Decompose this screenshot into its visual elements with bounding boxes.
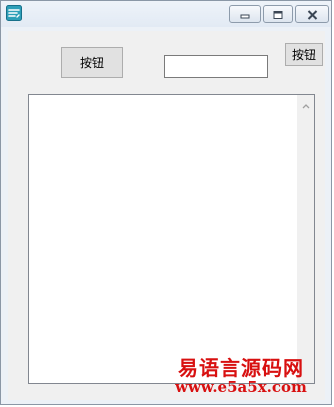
close-button[interactable] — [295, 5, 329, 23]
chevron-up-icon — [302, 94, 310, 113]
scroll-up-button[interactable] — [297, 95, 314, 112]
button-1[interactable]: 按钮 — [61, 47, 123, 78]
close-icon — [307, 5, 318, 24]
title-bar[interactable] — [1, 1, 331, 27]
watermark-url: www.e5a5x.com — [175, 378, 307, 396]
main-window: 按钮 按钮 — [0, 0, 332, 405]
multiline-editbox[interactable] — [28, 94, 315, 384]
text-input[interactable] — [164, 55, 268, 78]
client-area: 按钮 按钮 — [8, 31, 325, 400]
minimize-button[interactable] — [229, 5, 261, 23]
vertical-scrollbar[interactable] — [297, 95, 314, 383]
minimize-icon — [240, 5, 250, 24]
maximize-icon — [273, 5, 283, 24]
watermark-title: 易语言源码网 — [178, 356, 304, 380]
app-icon[interactable] — [6, 5, 22, 21]
maximize-button[interactable] — [263, 5, 293, 23]
button-2[interactable]: 按钮 — [285, 43, 323, 66]
watermark: 易语言源码网 www.e5a5x.com — [166, 357, 316, 396]
